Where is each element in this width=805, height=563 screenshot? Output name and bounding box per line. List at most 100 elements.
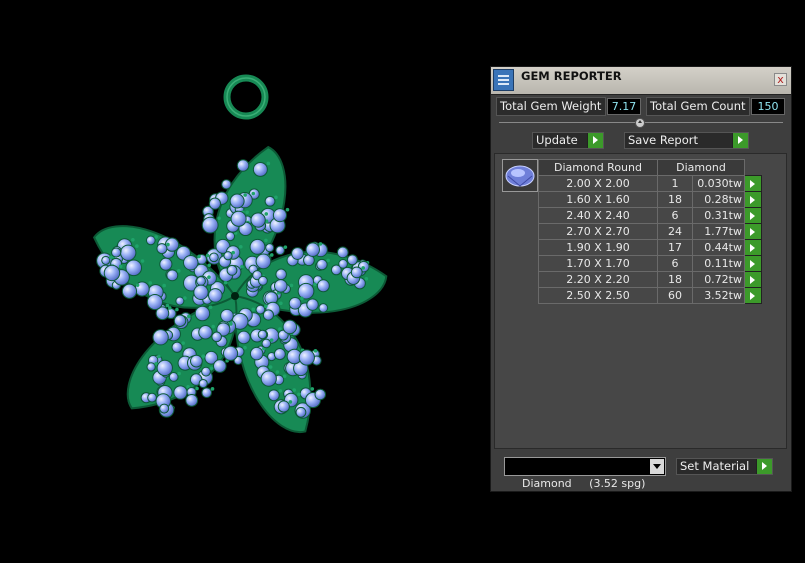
gem-size-cell: 1.90 X 1.90 [538,239,658,256]
update-button[interactable]: Update [532,132,604,149]
table-row[interactable]: 2.50 X 2.50 60 3.52tw [538,287,762,304]
gem-stone [121,283,138,299]
metal-prong [195,386,199,391]
table-row[interactable]: 2.70 X 2.70 24 1.77tw [538,223,762,240]
gem-stone [277,400,290,413]
metal-prong [207,263,212,268]
gem-count-cell: 60 [657,287,693,304]
gem-stone [101,255,111,265]
table-row[interactable]: 2.20 X 2.20 18 0.72tw [538,271,762,288]
metal-prong [326,258,330,263]
gem-stone [249,238,266,255]
column-header-material: Diamond [657,159,745,176]
metal-prong [288,400,293,404]
metal-prong [282,374,287,378]
gem-stone [159,403,170,414]
gem-stone [193,284,209,301]
close-icon[interactable]: x [774,73,787,86]
row-select-arrow-icon[interactable] [744,191,762,208]
arrow-right-icon [756,459,772,474]
metal-prong [275,370,280,374]
panel-title: GEM REPORTER [521,69,622,83]
gem-stone [159,257,173,271]
gem-weight-cell: 3.52tw [692,287,745,304]
gem-stone [190,354,203,368]
chevron-down-icon[interactable] [650,459,664,474]
row-select-arrow-icon[interactable] [744,255,762,272]
row-select-arrow-icon[interactable] [744,239,762,256]
gem-stone [350,266,363,279]
metal-prong [131,237,135,242]
gem-count-cell: 6 [657,255,693,272]
gem-stone [236,159,250,172]
gem-stone [260,370,277,387]
table-row[interactable]: 1.60 X 1.60 18 0.28tw [538,191,762,208]
gem-stone [221,179,232,190]
gem-stone [297,282,315,300]
gem-stone [103,264,121,282]
gem-weight-cell: 0.030tw [692,175,745,192]
gem-size-cell: 2.50 X 2.50 [538,287,658,304]
metal-prong [289,283,294,288]
metal-prong [264,212,269,216]
gem-stone [145,235,156,246]
gem-stone [208,288,223,303]
gem-stone [264,195,276,207]
material-select-value: Diamond (3.52 spg) [522,477,646,490]
metal-prong [176,269,181,273]
starfish-pendant-model[interactable] [0,0,480,560]
gem-stone [198,378,208,389]
gem-weight-cell: 0.31tw [692,207,745,224]
metal-prong [278,389,283,393]
gem-stone [173,314,187,327]
table-row[interactable]: 1.70 X 1.70 6 0.11tw [538,255,762,272]
gem-stone [257,329,268,340]
material-select[interactable]: Diamond (3.52 spg) [504,457,666,490]
gem-stone [267,389,280,402]
gem-stone [146,293,164,311]
metal-prong [207,275,211,279]
metal-prong [300,296,304,301]
arrow-right-icon [587,133,603,148]
gem-stone [156,243,168,255]
gem-count-cell: 18 [657,191,693,208]
gem-stone [194,305,211,322]
row-select-arrow-icon[interactable] [744,287,762,304]
diamond-gem-icon[interactable] [502,159,538,192]
table-row[interactable]: 2.00 X 2.00 1 0.030tw [538,175,762,192]
row-select-arrow-icon[interactable] [744,175,762,192]
gem-stone [237,330,251,345]
gem-stone [298,349,315,366]
save-report-button[interactable]: Save Report [624,132,749,149]
gem-stone [111,247,122,258]
metal-prong [279,301,283,306]
row-select-arrow-icon[interactable] [744,223,762,240]
metal-prong [297,392,301,397]
metal-prong [183,296,187,300]
table-row[interactable]: 1.90 X 1.90 17 0.44tw [538,239,762,256]
3d-viewport[interactable] [0,0,480,560]
gem-stone [305,242,320,257]
metal-prong [157,354,161,359]
gem-stone [249,346,264,361]
row-select-arrow-icon[interactable] [744,207,762,224]
set-material-button[interactable]: Set Material [676,458,773,475]
gem-stone [338,259,348,269]
gem-stone [225,231,236,242]
gem-stone [196,276,206,286]
row-select-arrow-icon[interactable] [744,271,762,288]
slider-thumb[interactable] [635,118,645,128]
metal-prong [239,244,243,249]
title-bar[interactable]: GEM REPORTER x [491,67,791,95]
gem-stone [152,329,169,346]
gem-stone [201,387,213,398]
bail-ring-highlight [226,77,266,117]
gem-stone [183,254,199,271]
metal-prong [175,307,179,312]
table-row[interactable]: 2.40 X 2.40 6 0.31tw [538,207,762,224]
metal-prong [162,283,166,288]
gem-stone [255,253,272,270]
gem-stone [120,244,137,261]
gem-stone [230,210,247,227]
total-gem-weight-label: Total Gem Weight [496,97,606,116]
